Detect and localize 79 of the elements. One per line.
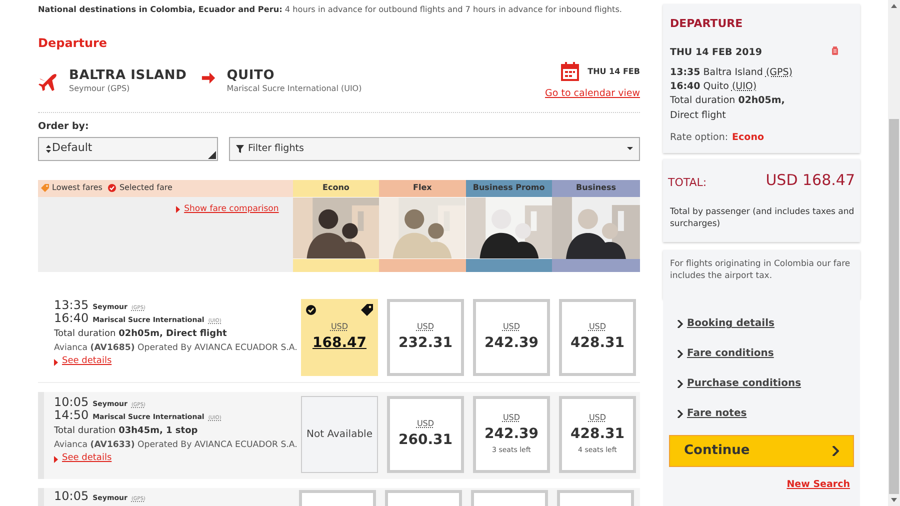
sidebar-link[interactable]: Fare conditions: [687, 346, 774, 362]
rate-label: Rate option:: [670, 130, 728, 145]
caret-icon: [627, 147, 633, 150]
details-link[interactable]: See details: [62, 355, 112, 369]
total-note: Total by passenger (and includes taxes and surcharges): [670, 206, 855, 230]
time-text: 14:50: [54, 408, 89, 422]
duration-text: Total duration 02h05m, Direct flight: [54, 328, 228, 342]
comparison-link[interactable]: Show fare comparison: [184, 202, 279, 216]
fare-option[interactable]: USD 168.47: [301, 298, 378, 376]
time-text: 10:05: [54, 490, 89, 503]
fare-family-header: Econo: [292, 180, 380, 197]
order-select[interactable]: Default: [38, 136, 218, 161]
fare-option: Not Available: [301, 396, 378, 473]
city-name: BALTRA ISLAND: [69, 68, 187, 83]
scroll-down-icon[interactable]: [890, 497, 898, 503]
fare-family-header: Business: [552, 180, 640, 197]
time-text: 16:40: [670, 80, 700, 94]
chevron-right-icon: [677, 410, 683, 418]
sidebar-link[interactable]: Purchase conditions: [687, 376, 802, 392]
chevron-right-icon: [677, 350, 683, 358]
airport-name: Seymour (GPS): [69, 82, 131, 95]
total-label: TOTAL:: [668, 175, 707, 191]
details-link[interactable]: See details: [62, 452, 112, 466]
fare-family-header: Business Promo: [466, 180, 552, 197]
sidebar-link[interactable]: Fare notes: [687, 406, 747, 422]
trash-icon: [831, 46, 839, 54]
date-text: THU 14 FEB: [588, 66, 640, 78]
filter-icon: [236, 144, 244, 153]
chevron-right-icon: [677, 320, 683, 328]
tag-icon: [41, 184, 49, 192]
fare-family-header: Flex: [379, 180, 466, 197]
order-label: Order by:: [38, 120, 90, 134]
check-icon: [108, 184, 116, 192]
sort-icon: [45, 144, 52, 154]
calendar-icon: [560, 62, 579, 82]
fare-option[interactable]: USD 260.31: [387, 396, 464, 473]
panel-title: DEPARTURE: [670, 16, 744, 32]
chevron-right-icon: [832, 446, 839, 456]
chevron-right-icon: [677, 380, 683, 388]
city-name: QUITO: [226, 68, 276, 83]
scrollbar[interactable]: [888, 0, 900, 506]
fare-option[interactable]: USD 242.39: [473, 298, 550, 376]
airport-name: Mariscal Sucre International (UIO): [226, 82, 362, 95]
fare-option[interactable]: USD 232.31: [387, 298, 464, 376]
section-title: Departure: [38, 35, 108, 52]
filter-select[interactable]: Filter flights: [229, 136, 640, 161]
tag-icon: [361, 304, 373, 316]
legend-text: Selected fare: [119, 182, 172, 194]
time-text: 16:40: [54, 312, 89, 326]
time-text: 13:35: [54, 298, 89, 312]
total-amount: USD 168.47: [766, 170, 855, 191]
carrier-text: Avianca (AV1633) Operated By AVIANCA ECUADOR S.A.: [54, 438, 297, 452]
airport-code: (UIO): [732, 80, 757, 94]
caret-right-icon: [54, 456, 58, 463]
place-name: Quito: [703, 80, 729, 94]
legend-text: Lowest fares: [52, 182, 102, 194]
rate-value: Econo: [732, 130, 764, 145]
sidebar-link[interactable]: Booking details: [687, 316, 774, 332]
corner-icon: [208, 150, 216, 159]
new-search-link[interactable]: New Search: [786, 478, 850, 490]
carrier-text: Avianca (AV1685) Operated By AVIANCA ECUADOR S.A.: [54, 342, 297, 354]
notice-text: National destinations in Colombia, Ecuador and Peru: 4 hours in advance for outbound flights and 7 hours in advance for inbound flights.: [38, 3, 623, 16]
scroll-up-icon[interactable]: [890, 3, 898, 9]
duration-text: Total duration 02h05m, Direct flight: [670, 94, 786, 122]
tax-note: For flights originating in Colombia our fare includes the airport tax.: [670, 258, 852, 283]
airplane-icon: [38, 72, 58, 92]
continue-button[interactable]: Continue: [669, 434, 854, 467]
place-name: Baltra Island: [703, 66, 763, 80]
fare-option[interactable]: USD 428.31: [559, 298, 636, 376]
caret-right-icon: [54, 358, 58, 366]
caret-right-icon: [176, 206, 180, 213]
date-text: THU 14 FEB 2019: [670, 46, 762, 60]
time-text: 10:05: [54, 396, 89, 409]
calendar-link[interactable]: Go to calendar view: [545, 87, 640, 102]
airport-code: (GPS): [766, 66, 793, 80]
time-text: 13:35: [670, 66, 700, 80]
duration-text: Total duration 03h45m, 1 stop: [54, 425, 199, 438]
check-icon: [306, 304, 316, 315]
arrow-right-icon: [200, 70, 216, 86]
